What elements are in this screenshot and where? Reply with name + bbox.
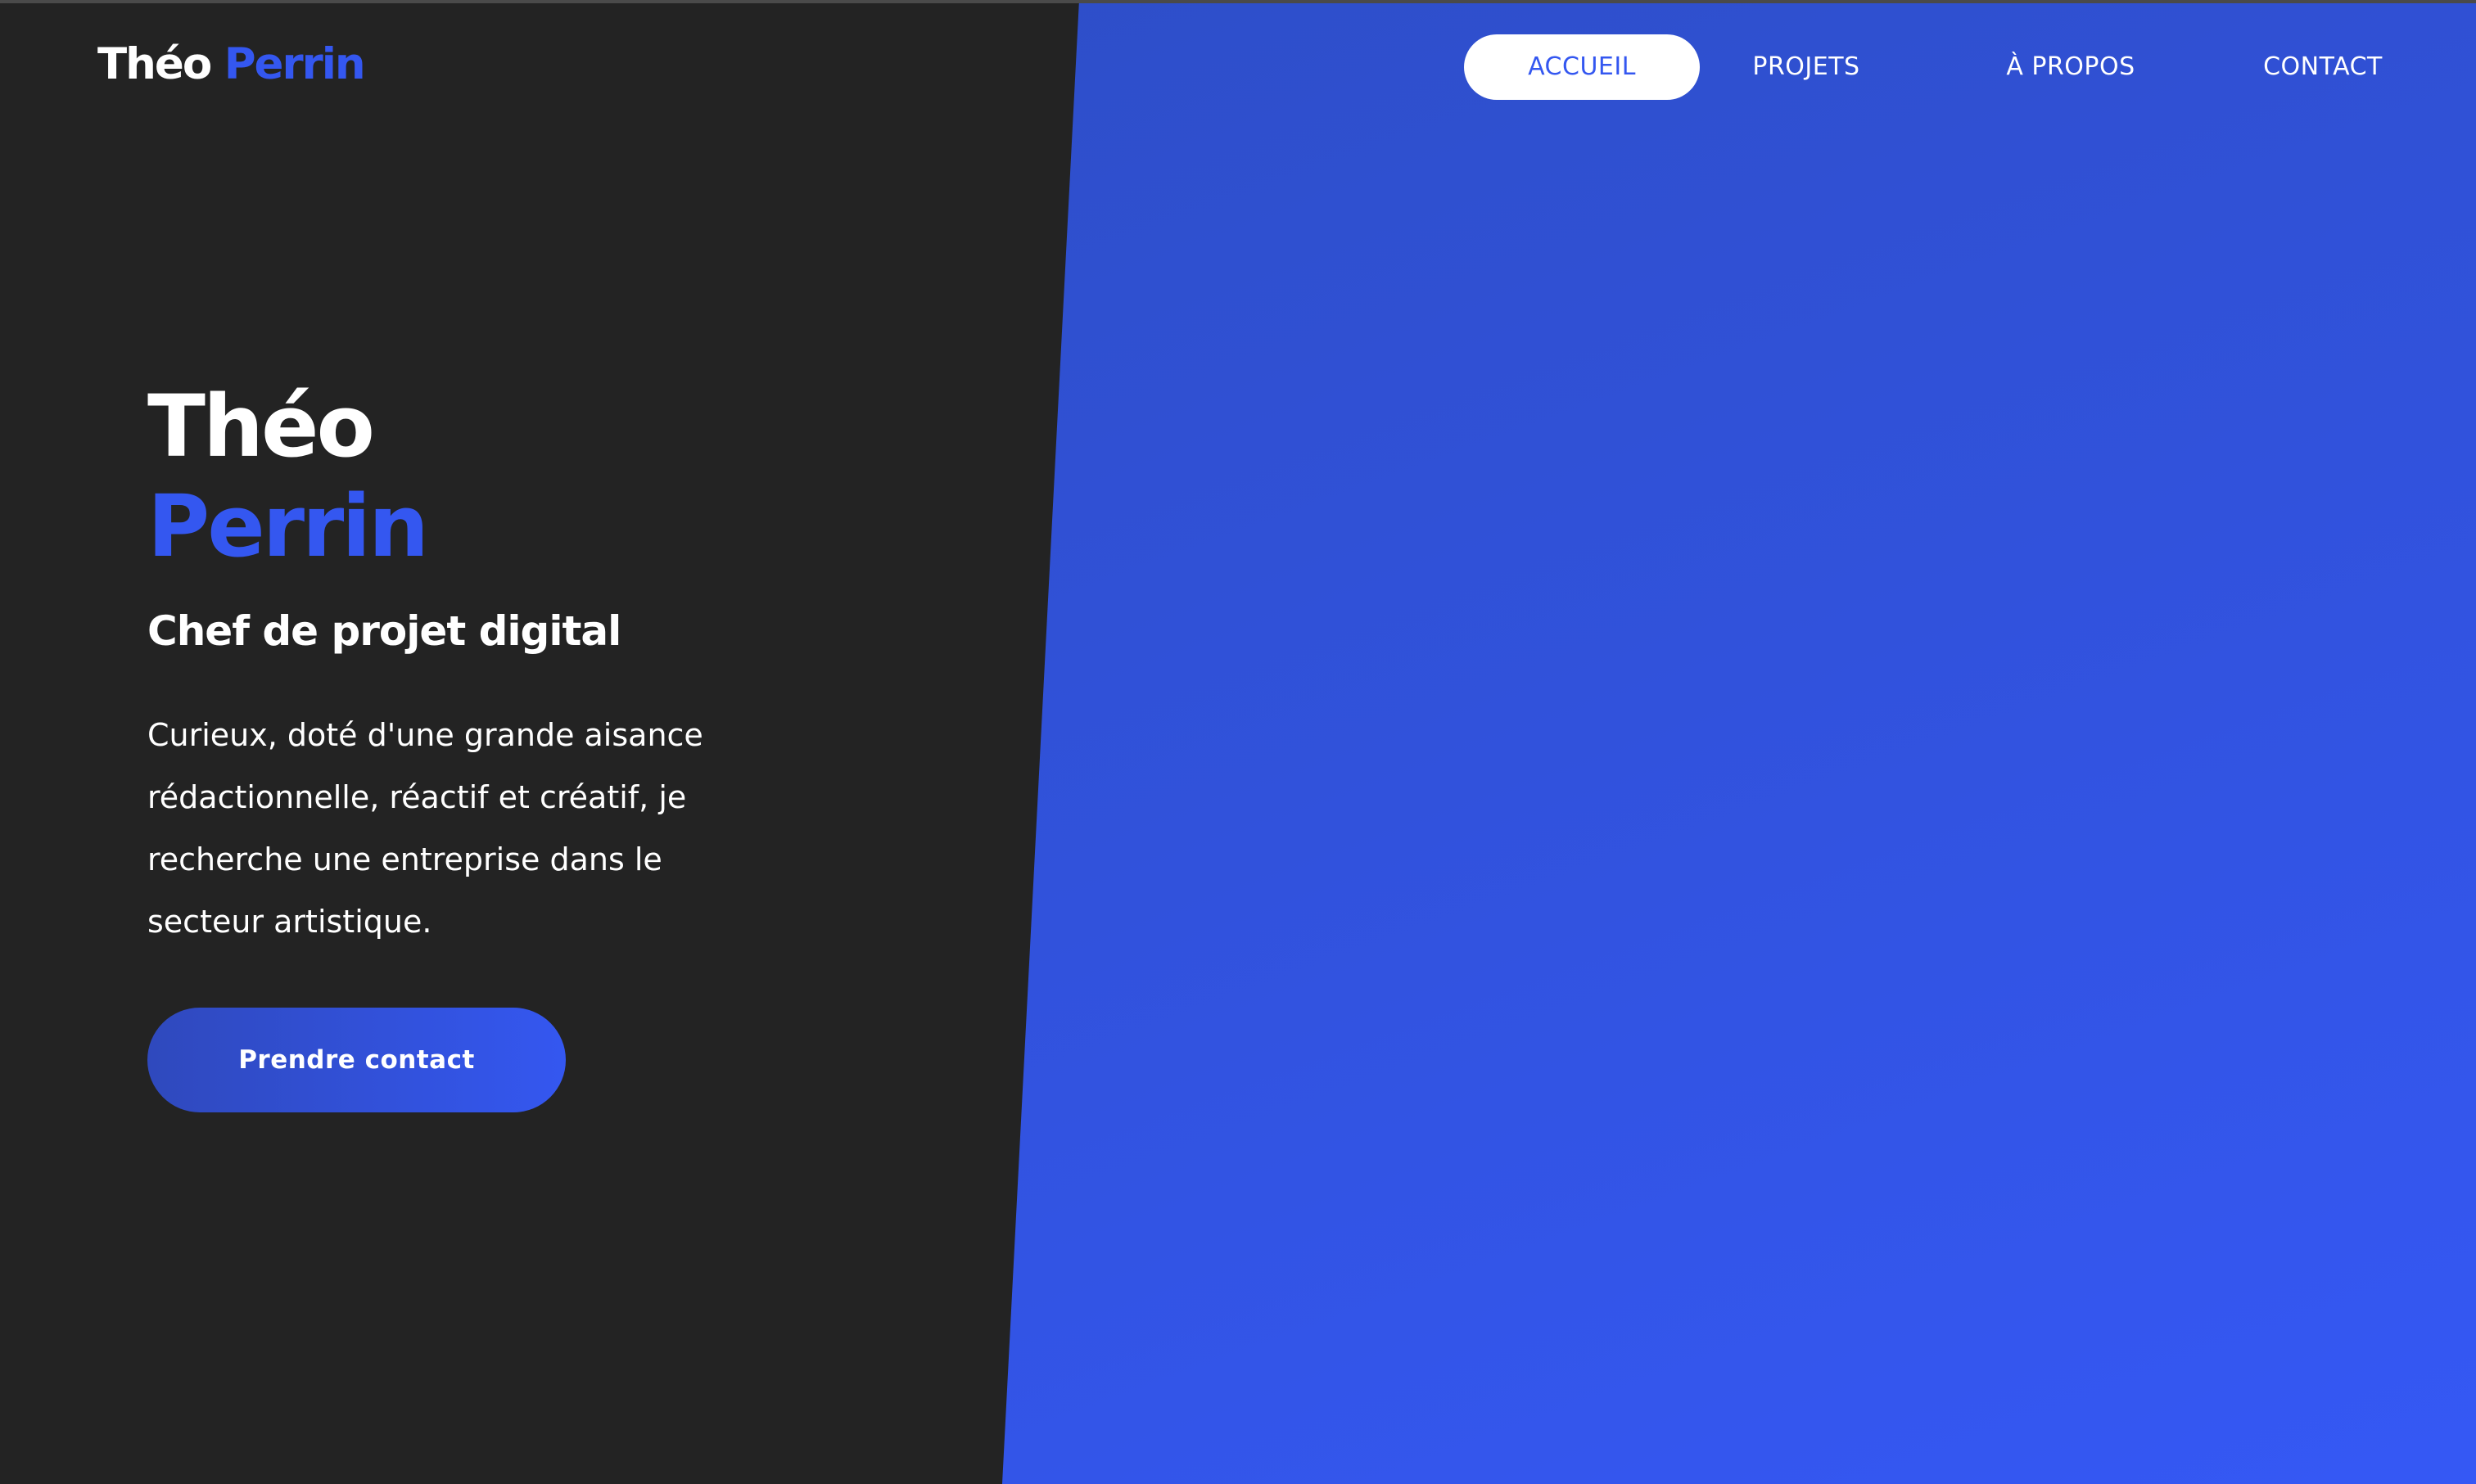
hero-section: Théo Perrin Chef de projet digital Curie… xyxy=(147,377,884,984)
hero-last-name: Perrin xyxy=(147,476,429,576)
contact-button[interactable]: Prendre contact xyxy=(147,1008,566,1112)
main-nav: ACCUEIL PROJETS À PROPOS CONTACT xyxy=(1464,34,2406,100)
logo-last-name: Perrin xyxy=(224,39,366,89)
hero-role-title: Chef de projet digital xyxy=(147,607,621,655)
logo-first-name: Théo xyxy=(97,39,212,89)
nav-item-a-propos[interactable]: À PROPOS xyxy=(1972,34,2169,100)
hero-first-name: Théo xyxy=(147,377,375,476)
hero-description: Curieux, doté d'une grande aisance rédac… xyxy=(147,717,703,940)
nav-item-contact[interactable]: CONTACT xyxy=(2240,34,2406,100)
nav-item-projets[interactable]: PROJETS xyxy=(1724,34,1888,100)
site-logo[interactable]: Théo Perrin xyxy=(97,39,366,89)
nav-item-accueil[interactable]: ACCUEIL xyxy=(1464,34,1700,100)
top-border xyxy=(0,0,2476,3)
page: Théo Perrin ACCUEIL PROJETS À PROPOS CON… xyxy=(0,0,2476,1484)
